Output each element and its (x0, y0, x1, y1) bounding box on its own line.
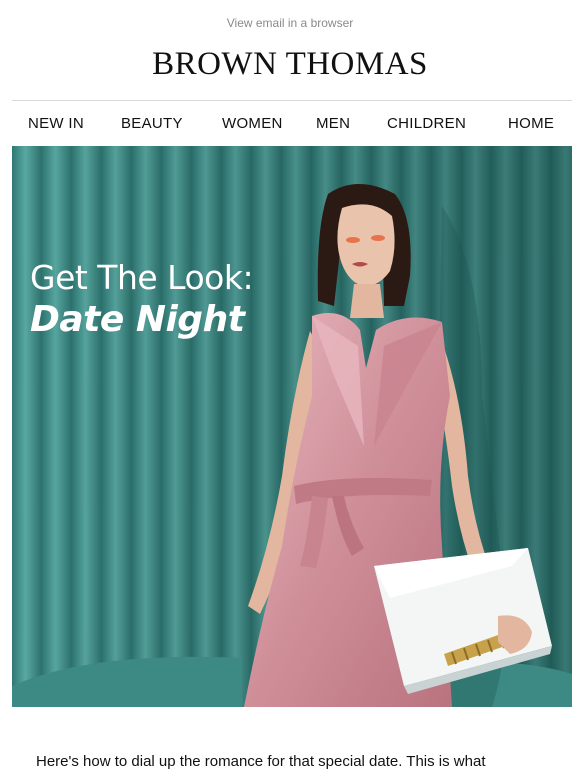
nav-item-women[interactable]: WOMEN (222, 115, 283, 132)
nav-item-men[interactable]: MEN (316, 115, 350, 132)
hero-title-line2: Date Night (30, 299, 245, 340)
hero-image (12, 146, 572, 707)
intro-text: Here's how to dial up the romance for th… (36, 753, 486, 770)
nav-item-children[interactable]: CHILDREN (387, 115, 466, 132)
email-container: View email in a browser BROWN THOMAS NEW… (0, 0, 580, 774)
nav-item-new-in[interactable]: NEW IN (28, 115, 84, 132)
nav-item-beauty[interactable]: BEAUTY (121, 115, 183, 132)
hero-headline: Get The Look: Date Night (30, 258, 254, 342)
view-in-browser-link[interactable]: View email in a browser (0, 16, 580, 30)
nav-item-home[interactable]: HOME (508, 115, 554, 132)
brand-logo[interactable]: BROWN THOMAS (0, 46, 580, 83)
main-nav: NEW IN BEAUTY WOMEN MEN CHILDREN HOME (12, 101, 572, 146)
hero-banner[interactable]: Get The Look: Date Night (12, 146, 572, 707)
hero-title-line1: Get The Look: (30, 258, 254, 297)
